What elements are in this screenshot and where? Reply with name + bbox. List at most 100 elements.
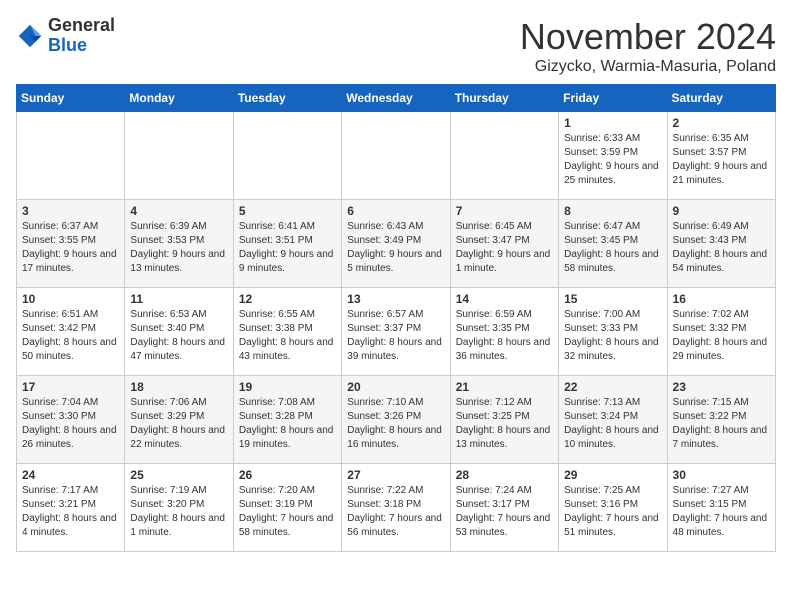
day-number: 18 bbox=[130, 380, 227, 394]
day-number: 23 bbox=[673, 380, 770, 394]
calendar-cell: 22 Sunrise: 7:13 AM Sunset: 3:24 PM Dayli… bbox=[559, 376, 667, 464]
title-area: November 2024 Gizycko, Warmia-Masuria, P… bbox=[520, 16, 776, 76]
header-day-monday: Monday bbox=[125, 85, 233, 112]
day-number: 3 bbox=[22, 204, 119, 218]
day-number: 25 bbox=[130, 468, 227, 482]
calendar-cell: 26 Sunrise: 7:20 AM Sunset: 3:19 PM Dayli… bbox=[233, 464, 341, 552]
day-info: Sunrise: 7:04 AM Sunset: 3:30 PM Dayligh… bbox=[22, 396, 119, 452]
day-info: Sunrise: 7:25 AM Sunset: 3:16 PM Dayligh… bbox=[564, 484, 661, 540]
calendar-cell: 12 Sunrise: 6:55 AM Sunset: 3:38 PM Dayli… bbox=[233, 288, 341, 376]
day-number: 10 bbox=[22, 292, 119, 306]
calendar-cell: 13 Sunrise: 6:57 AM Sunset: 3:37 PM Dayli… bbox=[342, 288, 450, 376]
day-number: 27 bbox=[347, 468, 444, 482]
header-day-friday: Friday bbox=[559, 85, 667, 112]
day-info: Sunrise: 6:59 AM Sunset: 3:35 PM Dayligh… bbox=[456, 308, 553, 364]
calendar-cell: 21 Sunrise: 7:12 AM Sunset: 3:25 PM Dayli… bbox=[450, 376, 558, 464]
logo-icon bbox=[16, 22, 44, 50]
day-number: 13 bbox=[347, 292, 444, 306]
header-day-thursday: Thursday bbox=[450, 85, 558, 112]
header-day-saturday: Saturday bbox=[667, 85, 775, 112]
calendar-week-row: 17Sunrise: 7:04 AM Sunset: 3:30 PM Dayli… bbox=[17, 376, 776, 464]
day-info: Sunrise: 7:20 AM Sunset: 3:19 PM Dayligh… bbox=[239, 484, 336, 540]
day-info: Sunrise: 7:19 AM Sunset: 3:20 PM Dayligh… bbox=[130, 484, 227, 540]
calendar-cell: 11 Sunrise: 6:53 AM Sunset: 3:40 PM Dayli… bbox=[125, 288, 233, 376]
calendar-table: SundayMondayTuesdayWednesdayThursdayFrid… bbox=[16, 84, 776, 552]
calendar-cell: 30 Sunrise: 7:27 AM Sunset: 3:15 PM Dayli… bbox=[667, 464, 775, 552]
day-info: Sunrise: 6:45 AM Sunset: 3:47 PM Dayligh… bbox=[456, 220, 553, 276]
day-number: 24 bbox=[22, 468, 119, 482]
calendar-cell bbox=[233, 112, 341, 200]
day-info: Sunrise: 7:12 AM Sunset: 3:25 PM Dayligh… bbox=[456, 396, 553, 452]
day-info: Sunrise: 7:08 AM Sunset: 3:28 PM Dayligh… bbox=[239, 396, 336, 452]
calendar-cell: 29 Sunrise: 7:25 AM Sunset: 3:16 PM Dayli… bbox=[559, 464, 667, 552]
calendar-cell: 9Sunrise: 6:49 AM Sunset: 3:43 PM Daylig… bbox=[667, 200, 775, 288]
day-info: Sunrise: 7:24 AM Sunset: 3:17 PM Dayligh… bbox=[456, 484, 553, 540]
calendar-cell: 23 Sunrise: 7:15 AM Sunset: 3:22 PM Dayli… bbox=[667, 376, 775, 464]
day-info: Sunrise: 6:43 AM Sunset: 3:49 PM Dayligh… bbox=[347, 220, 444, 276]
day-number: 14 bbox=[456, 292, 553, 306]
calendar-week-row: 3 Sunrise: 6:37 AM Sunset: 3:55 PM Daylig… bbox=[17, 200, 776, 288]
day-info: Sunrise: 6:37 AM Sunset: 3:55 PM Dayligh… bbox=[22, 220, 119, 276]
day-number: 12 bbox=[239, 292, 336, 306]
logo-blue: Blue bbox=[48, 35, 87, 55]
day-number: 22 bbox=[564, 380, 661, 394]
calendar-cell: 24Sunrise: 7:17 AM Sunset: 3:21 PM Dayli… bbox=[17, 464, 125, 552]
calendar-cell: 15 Sunrise: 7:00 AM Sunset: 3:33 PM Dayli… bbox=[559, 288, 667, 376]
calendar-cell: 3 Sunrise: 6:37 AM Sunset: 3:55 PM Daylig… bbox=[17, 200, 125, 288]
day-number: 19 bbox=[239, 380, 336, 394]
day-number: 8 bbox=[564, 204, 661, 218]
calendar-cell: 2 Sunrise: 6:35 AM Sunset: 3:57 PM Daylig… bbox=[667, 112, 775, 200]
calendar-cell: 20Sunrise: 7:10 AM Sunset: 3:26 PM Dayli… bbox=[342, 376, 450, 464]
calendar-cell: 18 Sunrise: 7:06 AM Sunset: 3:29 PM Dayli… bbox=[125, 376, 233, 464]
calendar-cell: 27 Sunrise: 7:22 AM Sunset: 3:18 PM Dayli… bbox=[342, 464, 450, 552]
day-number: 11 bbox=[130, 292, 227, 306]
day-number: 2 bbox=[673, 116, 770, 130]
month-title: November 2024 bbox=[520, 16, 776, 58]
day-number: 21 bbox=[456, 380, 553, 394]
day-number: 9 bbox=[673, 204, 770, 218]
header-day-sunday: Sunday bbox=[17, 85, 125, 112]
day-info: Sunrise: 7:00 AM Sunset: 3:33 PM Dayligh… bbox=[564, 308, 661, 364]
day-number: 26 bbox=[239, 468, 336, 482]
day-number: 29 bbox=[564, 468, 661, 482]
day-info: Sunrise: 6:57 AM Sunset: 3:37 PM Dayligh… bbox=[347, 308, 444, 364]
day-number: 1 bbox=[564, 116, 661, 130]
calendar-cell: 25 Sunrise: 7:19 AM Sunset: 3:20 PM Dayli… bbox=[125, 464, 233, 552]
day-info: Sunrise: 7:27 AM Sunset: 3:15 PM Dayligh… bbox=[673, 484, 770, 540]
day-info: Sunrise: 6:53 AM Sunset: 3:40 PM Dayligh… bbox=[130, 308, 227, 364]
day-number: 15 bbox=[564, 292, 661, 306]
header: General Blue November 2024 Gizycko, Warm… bbox=[16, 16, 776, 76]
day-number: 16 bbox=[673, 292, 770, 306]
calendar-cell: 14 Sunrise: 6:59 AM Sunset: 3:35 PM Dayli… bbox=[450, 288, 558, 376]
day-info: Sunrise: 6:33 AM Sunset: 3:59 PM Dayligh… bbox=[564, 132, 661, 188]
calendar-week-row: 10 Sunrise: 6:51 AM Sunset: 3:42 PM Dayli… bbox=[17, 288, 776, 376]
logo-general: General bbox=[48, 15, 115, 35]
day-number: 20 bbox=[347, 380, 444, 394]
calendar-cell: 10 Sunrise: 6:51 AM Sunset: 3:42 PM Dayli… bbox=[17, 288, 125, 376]
day-info: Sunrise: 7:15 AM Sunset: 3:22 PM Dayligh… bbox=[673, 396, 770, 452]
day-info: Sunrise: 7:06 AM Sunset: 3:29 PM Dayligh… bbox=[130, 396, 227, 452]
calendar-cell: 4 Sunrise: 6:39 AM Sunset: 3:53 PM Daylig… bbox=[125, 200, 233, 288]
day-info: Sunrise: 6:41 AM Sunset: 3:51 PM Dayligh… bbox=[239, 220, 336, 276]
day-number: 7 bbox=[456, 204, 553, 218]
day-info: Sunrise: 6:55 AM Sunset: 3:38 PM Dayligh… bbox=[239, 308, 336, 364]
location: Gizycko, Warmia-Masuria, Poland bbox=[520, 58, 776, 76]
calendar-cell: 17Sunrise: 7:04 AM Sunset: 3:30 PM Dayli… bbox=[17, 376, 125, 464]
calendar-cell bbox=[125, 112, 233, 200]
logo: General Blue bbox=[16, 16, 115, 56]
day-info: Sunrise: 6:35 AM Sunset: 3:57 PM Dayligh… bbox=[673, 132, 770, 188]
day-info: Sunrise: 7:22 AM Sunset: 3:18 PM Dayligh… bbox=[347, 484, 444, 540]
day-info: Sunrise: 6:51 AM Sunset: 3:42 PM Dayligh… bbox=[22, 308, 119, 364]
calendar-cell: 16Sunrise: 7:02 AM Sunset: 3:32 PM Dayli… bbox=[667, 288, 775, 376]
calendar-cell bbox=[342, 112, 450, 200]
day-info: Sunrise: 6:39 AM Sunset: 3:53 PM Dayligh… bbox=[130, 220, 227, 276]
calendar-header-row: SundayMondayTuesdayWednesdayThursdayFrid… bbox=[17, 85, 776, 112]
logo-text: General Blue bbox=[48, 16, 115, 56]
day-number: 5 bbox=[239, 204, 336, 218]
calendar-cell: 7 Sunrise: 6:45 AM Sunset: 3:47 PM Daylig… bbox=[450, 200, 558, 288]
day-info: Sunrise: 7:13 AM Sunset: 3:24 PM Dayligh… bbox=[564, 396, 661, 452]
calendar-week-row: 24Sunrise: 7:17 AM Sunset: 3:21 PM Dayli… bbox=[17, 464, 776, 552]
day-number: 30 bbox=[673, 468, 770, 482]
day-number: 4 bbox=[130, 204, 227, 218]
day-number: 28 bbox=[456, 468, 553, 482]
